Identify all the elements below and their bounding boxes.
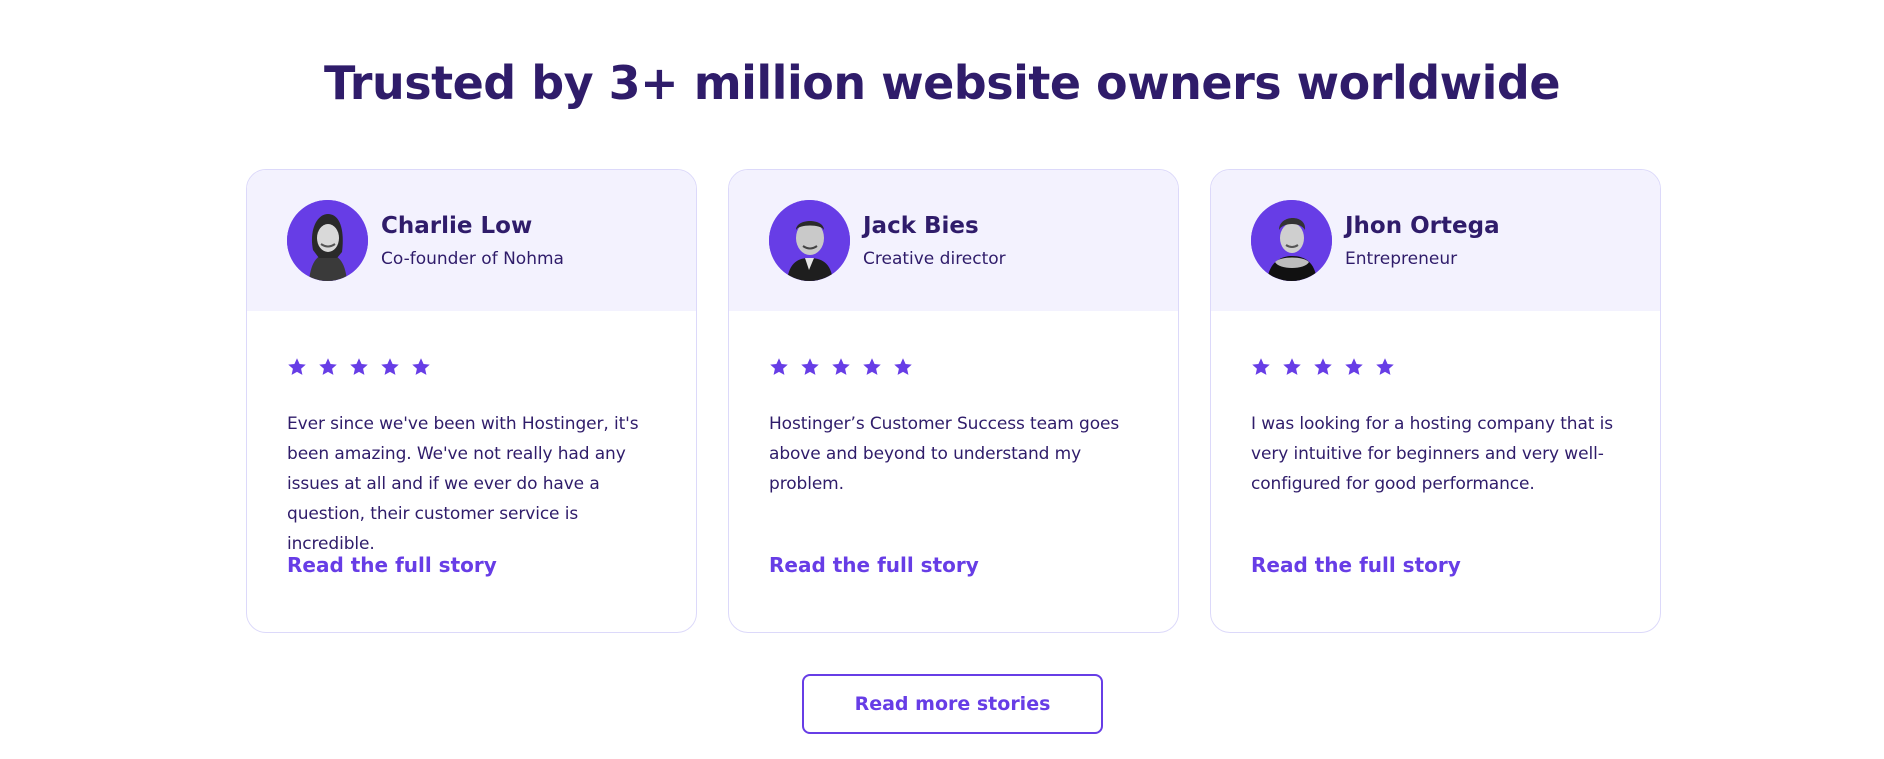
card-header: Jhon Ortega Entrepreneur xyxy=(1211,170,1660,311)
testimonial-quote: Hostinger’s Customer Success team goes a… xyxy=(769,414,1120,494)
star-icon xyxy=(381,358,399,375)
person-avatar-icon xyxy=(769,200,850,281)
star-rating xyxy=(769,357,1138,379)
star-icon xyxy=(832,358,850,375)
read-more-stories-button[interactable]: Read more stories xyxy=(802,674,1103,734)
section-title: Trusted by 3+ million website owners wor… xyxy=(323,56,1561,110)
star-icon xyxy=(1283,358,1301,375)
testimonial-quote: Ever since we've been with Hostinger, it… xyxy=(287,414,639,554)
avatar xyxy=(1251,200,1332,281)
avatar xyxy=(769,200,850,281)
star-icon xyxy=(770,358,788,375)
read-full-story-link[interactable]: Read the full story xyxy=(769,553,979,577)
testimonial-card: Jack Bies Creative director Hostinger’s … xyxy=(728,169,1179,633)
avatar xyxy=(287,200,368,281)
reviewer-role: Co-founder of Nohma xyxy=(381,249,564,269)
star-icon xyxy=(863,358,881,375)
read-full-story-link[interactable]: Read the full story xyxy=(287,553,497,577)
reviewer-name: Charlie Low xyxy=(381,213,533,239)
reviewer-role: Entrepreneur xyxy=(1345,249,1458,269)
star-icon xyxy=(319,358,337,375)
star-icon xyxy=(1376,358,1394,375)
star-icon xyxy=(894,358,912,375)
star-icon xyxy=(1314,358,1332,375)
testimonial-card: Jhon Ortega Entrepreneur I was looking f… xyxy=(1210,169,1661,633)
read-full-story-link[interactable]: Read the full story xyxy=(1251,553,1461,577)
card-header: Charlie Low Co-founder of Nohma xyxy=(247,170,696,311)
star-rating xyxy=(1251,357,1620,379)
star-icon xyxy=(350,358,368,375)
star-icon xyxy=(801,358,819,375)
reviewer-role: Creative director xyxy=(863,249,1006,269)
person-avatar-icon xyxy=(1251,200,1332,281)
card-header: Jack Bies Creative director xyxy=(729,170,1178,311)
reviewer-name: Jhon Ortega xyxy=(1345,213,1500,239)
star-rating xyxy=(287,357,656,379)
reviewer-name: Jack Bies xyxy=(863,213,979,239)
star-icon xyxy=(1252,358,1270,375)
testimonial-quote: I was looking for a hosting company that… xyxy=(1251,414,1614,494)
star-icon xyxy=(412,358,430,375)
person-avatar-icon xyxy=(287,200,368,281)
star-icon xyxy=(1345,358,1363,375)
testimonial-cards: Charlie Low Co-founder of Nohma Ever sin… xyxy=(246,169,1661,633)
testimonials-section: Trusted by 3+ million website owners wor… xyxy=(0,0,1884,759)
testimonial-card: Charlie Low Co-founder of Nohma Ever sin… xyxy=(246,169,697,633)
star-icon xyxy=(288,358,306,375)
